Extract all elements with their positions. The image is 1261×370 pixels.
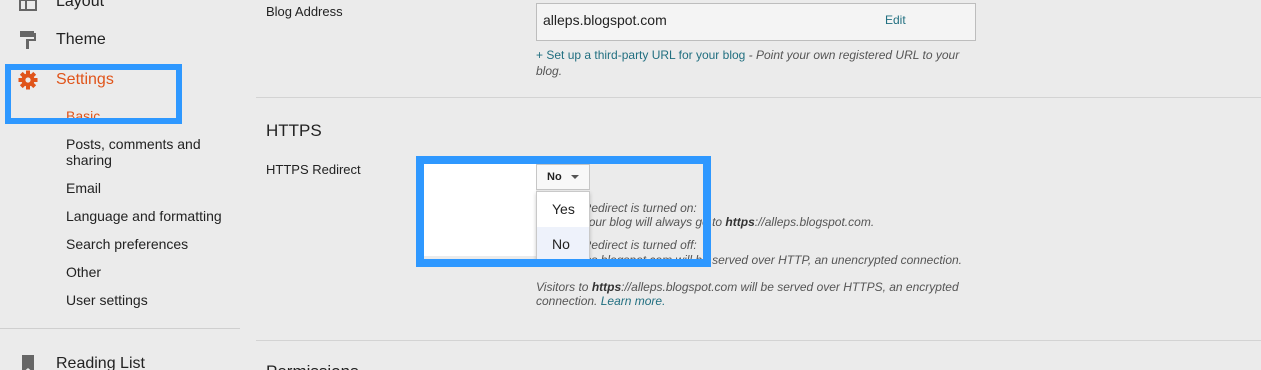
sidebar-subitem-user-settings[interactable]: User settings — [66, 292, 148, 308]
blog-address-label: Blog Address — [266, 4, 343, 19]
sidebar: Layout Theme Settings Basic Posts, comme… — [0, 0, 240, 370]
sidebar-subitem-language-formatting[interactable]: Language and formatting — [66, 208, 222, 224]
sidebar-item-layout[interactable]: Layout — [18, 0, 104, 12]
section-divider — [256, 97, 1261, 98]
sidebar-subitem-posts-comments-sharing[interactable]: Posts, comments and sharing — [66, 136, 226, 168]
settings-highlight-box — [5, 64, 182, 124]
sidebar-subitem-email[interactable]: Email — [66, 180, 101, 196]
section-divider — [256, 340, 1261, 341]
https-redirect-label: HTTPS Redirect — [266, 162, 361, 177]
blog-address-value: alleps.blogspot.com — [543, 12, 667, 28]
paint-roller-icon — [18, 30, 38, 50]
third-party-url-link[interactable]: + Set up a third-party URL for your blog — [536, 48, 745, 62]
edit-address-link[interactable]: Edit — [885, 13, 906, 27]
permissions-section-title: Permissions — [266, 362, 359, 370]
sidebar-subitem-other[interactable]: Other — [66, 264, 101, 280]
https-section-title: HTTPS — [266, 121, 322, 140]
learn-more-link[interactable]: Learn more. — [601, 294, 666, 308]
dropdown-highlight-box — [416, 156, 711, 267]
layout-icon — [18, 0, 38, 12]
sidebar-item-reading-list[interactable]: Reading List — [18, 354, 145, 370]
visitors-https-help: Visitors to https://alleps.blogspot.com … — [536, 280, 976, 308]
sidebar-item-label: Layout — [56, 0, 105, 10]
sidebar-item-theme[interactable]: Theme — [18, 30, 106, 50]
visitors-protocol: https — [591, 280, 622, 294]
sidebar-divider — [0, 328, 240, 329]
sidebar-item-label: Theme — [56, 31, 106, 48]
blog-address-field: alleps.blogspot.com Edit — [536, 3, 976, 41]
visitors-prefix: Visitors to — [536, 280, 592, 294]
sidebar-item-label: Reading List — [56, 355, 145, 370]
third-party-url-info: + Set up a third-party URL for your blog… — [536, 47, 976, 79]
bookmark-icon — [18, 354, 38, 370]
redirect-on-protocol: https — [725, 215, 755, 229]
sidebar-subitem-search-preferences[interactable]: Search preferences — [66, 236, 188, 252]
redirect-on-url-rest: ://alleps.blogspot.com. — [754, 215, 875, 229]
